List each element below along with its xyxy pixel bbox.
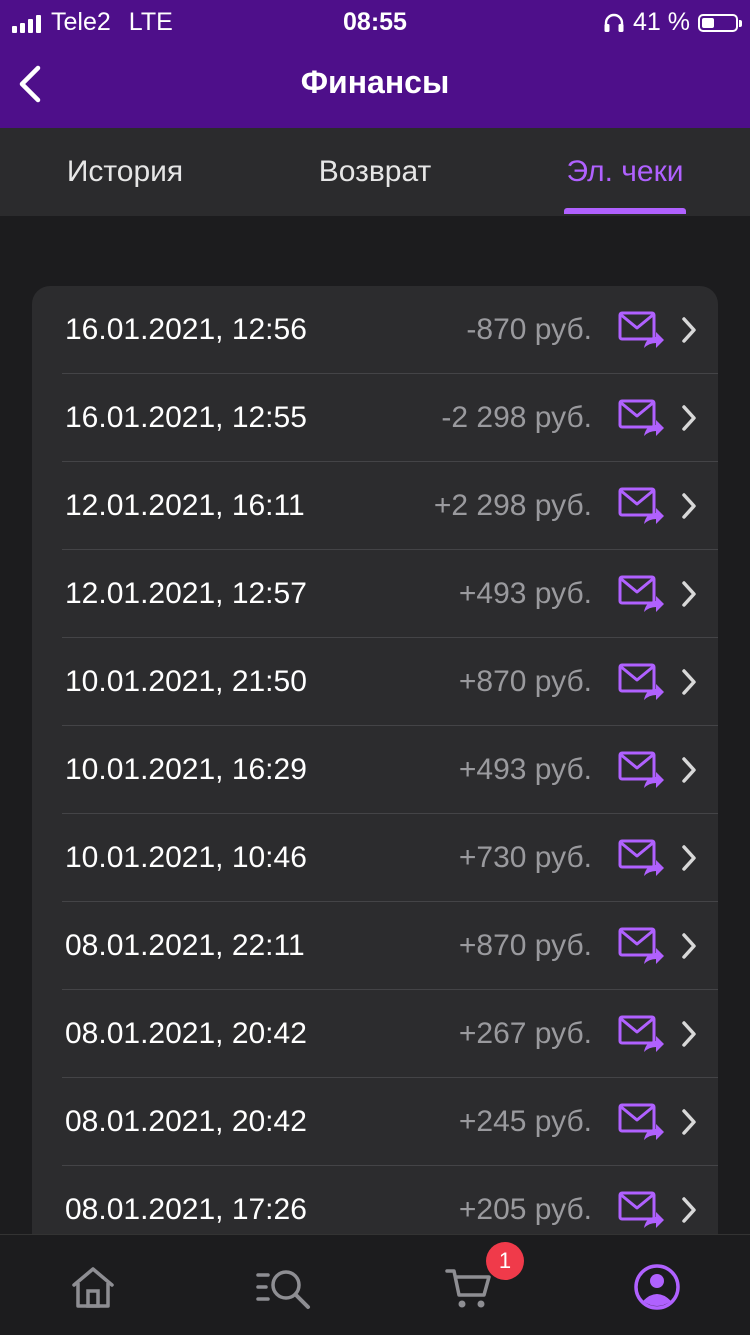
bottom-navigation xyxy=(0,1234,750,1335)
receipt-amount: +2 298 руб. xyxy=(433,489,592,522)
page-title: Финансы xyxy=(300,64,450,100)
receipt-amount: -2 298 руб. xyxy=(441,401,592,434)
receipt-datetime: 08.01.2021, 20:42 xyxy=(65,1017,307,1050)
receipt-datetime: 12.01.2021, 12:57 xyxy=(65,577,307,610)
send-receipt-email-icon[interactable] xyxy=(618,662,666,704)
send-receipt-email-icon[interactable] xyxy=(618,926,666,968)
receipt-row[interactable]: 10.01.2021, 21:50 +870 руб. xyxy=(32,638,718,726)
receipt-row[interactable]: 10.01.2021, 16:29 +493 руб. xyxy=(32,726,718,814)
tab-e-receipts[interactable]: Эл. чеки xyxy=(540,128,710,216)
chevron-right-icon xyxy=(680,1108,698,1136)
receipt-row[interactable]: 16.01.2021, 12:55 -2 298 руб. xyxy=(32,374,718,462)
receipt-amount: +870 руб. xyxy=(458,929,592,962)
chevron-right-icon xyxy=(680,932,698,960)
send-receipt-email-icon[interactable] xyxy=(618,1102,666,1144)
receipt-datetime: 16.01.2021, 12:55 xyxy=(65,401,307,434)
receipt-datetime: 10.01.2021, 16:29 xyxy=(65,753,307,786)
receipt-row[interactable]: 10.01.2021, 10:46 +730 руб. xyxy=(32,814,718,902)
active-tab-indicator xyxy=(564,208,686,214)
send-receipt-email-icon[interactable] xyxy=(618,398,666,440)
receipt-amount: +870 руб. xyxy=(458,665,592,698)
receipt-datetime: 10.01.2021, 21:50 xyxy=(65,665,307,698)
receipt-row[interactable]: 08.01.2021, 20:42 +267 руб. xyxy=(32,990,718,1078)
send-receipt-email-icon[interactable] xyxy=(618,1190,666,1232)
headphones-icon xyxy=(604,13,624,32)
receipt-row[interactable]: 12.01.2021, 16:11 +2 298 руб. xyxy=(32,462,718,550)
battery-percent: 41 % xyxy=(633,8,690,36)
receipt-datetime: 16.01.2021, 12:56 xyxy=(65,313,307,346)
receipt-row[interactable]: 16.01.2021, 12:56 -870 руб. xyxy=(32,286,718,374)
send-receipt-email-icon[interactable] xyxy=(618,838,666,880)
cart-badge: 1 xyxy=(486,1242,524,1280)
chevron-right-icon xyxy=(680,1020,698,1048)
receipt-row[interactable]: 08.01.2021, 20:42 +245 руб. xyxy=(32,1078,718,1166)
receipt-amount: +245 руб. xyxy=(458,1105,592,1138)
receipt-datetime: 08.01.2021, 22:11 xyxy=(65,929,305,962)
receipt-amount: +267 руб. xyxy=(458,1017,592,1050)
receipt-amount: +493 руб. xyxy=(458,577,592,610)
status-bar: Tele2 LTE 08:55 41 % xyxy=(0,0,750,40)
cart-icon[interactable] xyxy=(444,1263,494,1311)
chevron-right-icon xyxy=(680,316,698,344)
tab-bar: История Возврат Эл. чеки xyxy=(0,128,750,216)
receipt-row[interactable]: 08.01.2021, 22:11 +870 руб. xyxy=(32,902,718,990)
chevron-right-icon xyxy=(680,1196,698,1224)
chevron-right-icon xyxy=(680,844,698,872)
chevron-right-icon xyxy=(680,404,698,432)
receipt-row[interactable]: 12.01.2021, 12:57 +493 руб. xyxy=(32,550,718,638)
tab-refund[interactable]: Возврат xyxy=(290,128,460,216)
battery-icon xyxy=(698,13,742,32)
receipts-list: 16.01.2021, 12:56 -870 руб. 16.01.2021, 12… xyxy=(32,286,718,1246)
chevron-right-icon xyxy=(680,668,698,696)
receipt-datetime: 12.01.2021, 16:11 xyxy=(65,489,305,522)
chevron-right-icon xyxy=(680,492,698,520)
send-receipt-email-icon[interactable] xyxy=(618,750,666,792)
chevron-right-icon xyxy=(680,756,698,784)
receipt-amount: +730 руб. xyxy=(458,841,592,874)
receipt-amount: -870 руб. xyxy=(466,313,592,346)
send-receipt-email-icon[interactable] xyxy=(618,574,666,616)
receipt-datetime: 08.01.2021, 20:42 xyxy=(65,1105,307,1138)
app-header: Tele2 LTE 08:55 41 % Финансы xyxy=(0,0,750,128)
home-icon[interactable] xyxy=(68,1263,118,1311)
catalog-search-icon[interactable] xyxy=(256,1263,312,1311)
chevron-right-icon xyxy=(680,580,698,608)
send-receipt-email-icon[interactable] xyxy=(618,1014,666,1056)
profile-icon[interactable] xyxy=(632,1263,682,1311)
send-receipt-email-icon[interactable] xyxy=(618,310,666,352)
tab-history[interactable]: История xyxy=(40,128,210,216)
send-receipt-email-icon[interactable] xyxy=(618,486,666,528)
receipt-datetime: 10.01.2021, 10:46 xyxy=(65,841,307,874)
receipt-amount: +493 руб. xyxy=(458,753,592,786)
